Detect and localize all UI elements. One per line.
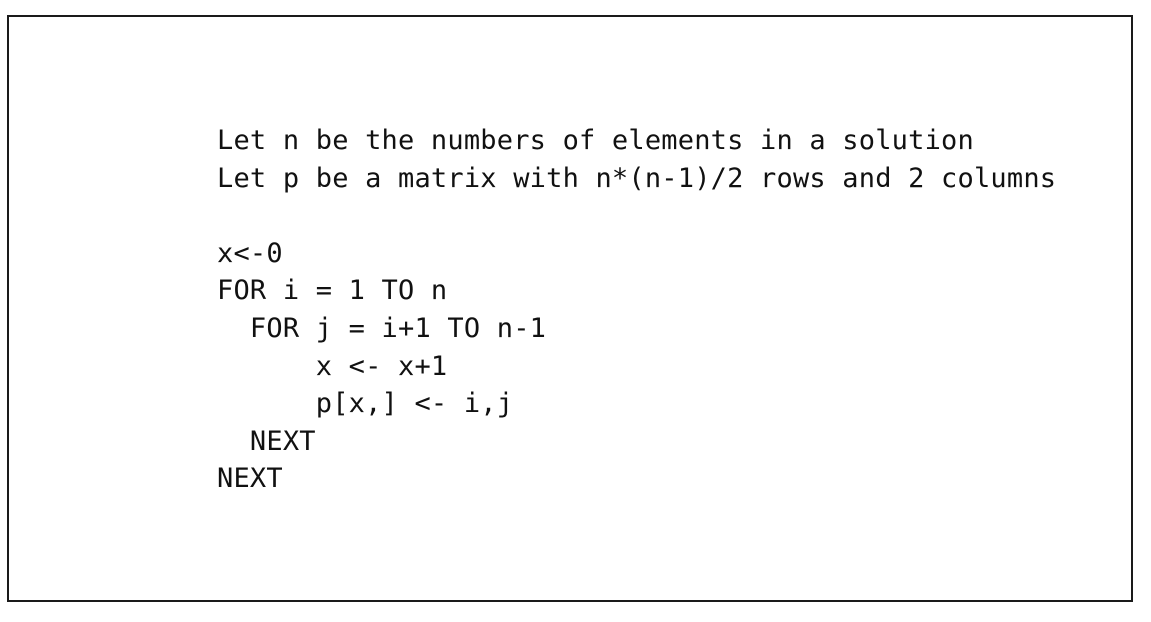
code-line: NEXT (217, 463, 283, 495)
pseudocode-block: Let n be the numbers of elements in a so… (217, 122, 1056, 498)
code-line: Let n be the numbers of elements in a so… (217, 125, 974, 156)
code-line: FOR i = 1 TO n (217, 275, 448, 307)
code-line: x <- x+1 (217, 350, 448, 382)
code-line: FOR j = i+1 TO n-1 (217, 312, 547, 344)
code-line: x<-0 (217, 237, 283, 269)
code-line: NEXT (217, 425, 316, 457)
code-line: Let p be a matrix with n*(n-1)/2 rows an… (217, 162, 1057, 194)
code-line: p[x,] <- i,j (217, 388, 514, 420)
